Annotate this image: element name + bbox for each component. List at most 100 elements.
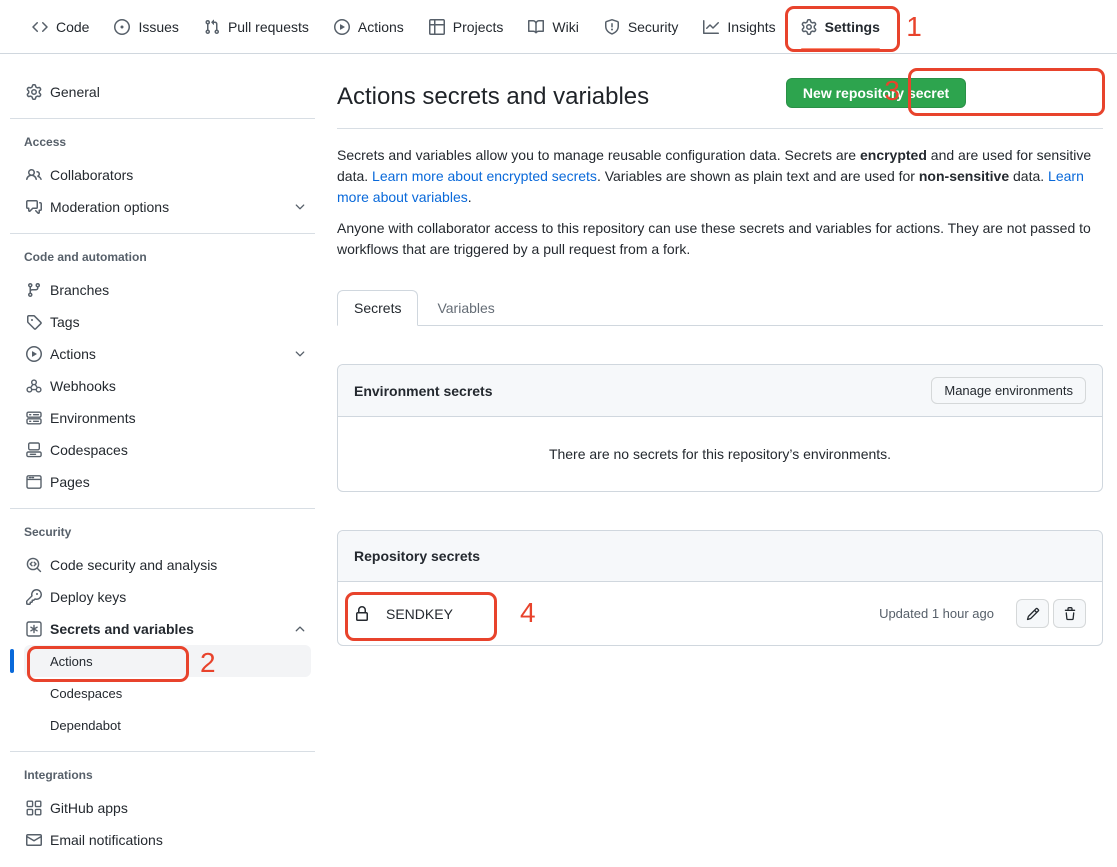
sidebar-subitem-label: Dependabot	[50, 718, 121, 733]
play-icon	[26, 346, 42, 362]
pencil-icon	[1026, 607, 1040, 621]
nav-tab-issues[interactable]: Issues	[104, 0, 188, 53]
repository-secrets-title: Repository secrets	[354, 548, 480, 564]
nav-tab-insights[interactable]: Insights	[693, 0, 785, 53]
mail-icon	[26, 832, 42, 848]
delete-secret-button[interactable]	[1053, 599, 1086, 628]
page-title-row: Actions secrets and variables New reposi…	[337, 78, 1103, 129]
intro-text: Secrets and variables allow you to manag…	[337, 145, 1103, 260]
nav-tab-label: Insights	[727, 19, 775, 35]
secrets-variables-tabnav: Secrets Variables	[337, 290, 1103, 326]
page-title: Actions secrets and variables	[337, 82, 649, 112]
sidebar-item-webhooks[interactable]: Webhooks	[10, 370, 315, 402]
sidebar-item-environments[interactable]: Environments	[10, 402, 315, 434]
browser-icon	[26, 474, 42, 490]
secret-updated-text: Updated 1 hour ago	[879, 606, 994, 621]
sidebar-item-github-apps[interactable]: GitHub apps	[10, 792, 315, 824]
environment-secrets-title: Environment secrets	[354, 383, 493, 399]
sidebar-item-label: Email notifications	[50, 832, 163, 848]
nav-tab-settings[interactable]: Settings 1	[791, 0, 890, 53]
sidebar-section-title: Access	[10, 127, 315, 159]
nav-tab-label: Wiki	[552, 19, 578, 35]
lock-icon	[354, 606, 370, 622]
sidebar-item-collaborators[interactable]: Collaborators	[10, 159, 315, 191]
environment-secrets-card: Environment secrets Manage environments …	[337, 364, 1103, 492]
people-icon	[26, 167, 42, 183]
nav-tab-label: Code	[56, 19, 89, 35]
sidebar-item-label: Tags	[50, 314, 80, 330]
sidebar-section-title: Integrations	[10, 760, 315, 792]
active-item-accent-bar	[10, 649, 14, 673]
secret-name: SENDKEY	[386, 606, 453, 622]
tab-secrets[interactable]: Secrets	[337, 290, 418, 326]
tab-variables[interactable]: Variables	[420, 290, 511, 326]
git-branch-icon	[26, 282, 42, 298]
sidebar-subitem-label: Actions	[50, 654, 93, 669]
chevron-down-icon	[293, 347, 307, 361]
nav-tab-security[interactable]: Security	[594, 0, 689, 53]
secret-name-group: SENDKEY 4	[354, 606, 453, 622]
intro-bold-encrypted: encrypted	[860, 147, 927, 163]
sidebar-item-label: Collaborators	[50, 167, 133, 183]
sidebar-item-label: Moderation options	[50, 199, 169, 215]
learn-more-encrypted-secrets-link[interactable]: Learn more about encrypted secrets	[372, 168, 597, 184]
sidebar-item-email-notifications[interactable]: Email notifications	[10, 824, 315, 856]
gear-icon	[26, 84, 42, 100]
sidebar-item-actions[interactable]: Actions	[10, 338, 315, 370]
nav-tab-label: Issues	[138, 19, 178, 35]
nav-tab-label: Actions	[358, 19, 404, 35]
settings-sidebar: General Access Collaborators Moderation …	[0, 54, 321, 856]
sidebar-item-pages[interactable]: Pages	[10, 466, 315, 498]
sidebar-item-label: Code security and analysis	[50, 557, 217, 573]
sidebar-item-moderation-options[interactable]: Moderation options	[10, 191, 315, 223]
annotation-number-4: 4	[520, 599, 536, 627]
sidebar-item-label: Pages	[50, 474, 90, 490]
sidebar-subitem-label: Codespaces	[50, 686, 122, 701]
intro-text-segment: . Variables are shown as plain text and …	[597, 168, 919, 184]
sidebar-item-branches[interactable]: Branches	[10, 274, 315, 306]
nav-tab-wiki[interactable]: Wiki	[518, 0, 588, 53]
sidebar-item-deploy-keys[interactable]: Deploy keys	[10, 581, 315, 613]
sidebar-section-access: Access Collaborators Moderation options	[10, 118, 315, 223]
webhook-icon	[26, 378, 42, 394]
comment-discussion-icon	[26, 199, 42, 215]
sidebar-item-tags[interactable]: Tags	[10, 306, 315, 338]
nav-tab-code[interactable]: Code	[22, 0, 99, 53]
active-tab-underline	[801, 48, 880, 50]
intro-text-segment: .	[468, 189, 472, 205]
repo-tab-bar: Code Issues Pull requests Actions Projec…	[0, 0, 1117, 54]
intro-paragraph-1: Secrets and variables allow you to manag…	[337, 145, 1103, 208]
repository-secrets-header: Repository secrets	[338, 531, 1102, 582]
codespaces-icon	[26, 442, 42, 458]
nav-tab-pull-requests[interactable]: Pull requests	[194, 0, 319, 53]
intro-paragraph-2: Anyone with collaborator access to this …	[337, 218, 1103, 260]
secret-row: SENDKEY 4 Updated 1 hour ago	[338, 582, 1102, 645]
sidebar-item-code-security-and-analysis[interactable]: Code security and analysis	[10, 549, 315, 581]
manage-environments-button[interactable]: Manage environments	[931, 377, 1086, 404]
edit-secret-button[interactable]	[1016, 599, 1049, 628]
apps-icon	[26, 800, 42, 816]
key-asterisk-icon	[26, 621, 42, 637]
sidebar-subitem-actions[interactable]: Actions 2	[24, 645, 311, 677]
codescan-icon	[26, 557, 42, 573]
sidebar-subitem-dependabot[interactable]: Dependabot	[24, 709, 311, 741]
play-icon	[334, 19, 350, 35]
sidebar-subitem-codespaces[interactable]: Codespaces	[24, 677, 311, 709]
nav-tab-label: Projects	[453, 19, 504, 35]
sidebar-section-title: Security	[10, 517, 315, 549]
nav-tab-projects[interactable]: Projects	[419, 0, 514, 53]
sidebar-item-label: Codespaces	[50, 442, 128, 458]
issue-opened-icon	[114, 19, 130, 35]
sidebar-item-secrets-and-variables[interactable]: Secrets and variables	[10, 613, 315, 645]
sidebar-item-general[interactable]: General	[0, 76, 321, 108]
new-repository-secret-button[interactable]: New repository secret	[786, 78, 966, 108]
graph-icon	[703, 19, 719, 35]
sidebar-section-code-and-automation: Code and automation Branches Tags Action…	[10, 233, 315, 498]
intro-bold-non-sensitive: non-sensitive	[919, 168, 1009, 184]
sidebar-section-title: Code and automation	[10, 242, 315, 274]
sidebar-item-label: GitHub apps	[50, 800, 128, 816]
nav-tab-actions[interactable]: Actions	[324, 0, 414, 53]
secret-row-actions: Updated 1 hour ago	[879, 599, 1086, 628]
sidebar-item-codespaces[interactable]: Codespaces	[10, 434, 315, 466]
gear-icon	[801, 19, 817, 35]
